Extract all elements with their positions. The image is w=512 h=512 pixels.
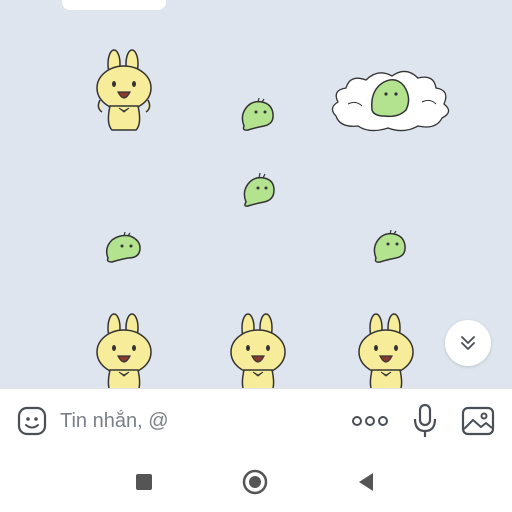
microphone-icon[interactable] <box>412 403 438 439</box>
sticker-bunny[interactable] <box>92 48 156 134</box>
message-composer <box>0 388 512 453</box>
double-chevron-down-icon <box>461 336 475 350</box>
scroll-to-bottom-button[interactable] <box>445 320 491 366</box>
sticker-blob[interactable] <box>104 230 144 264</box>
sticker-blob-cloud[interactable] <box>326 64 456 136</box>
message-input[interactable] <box>60 407 330 435</box>
system-navigation-bar <box>0 452 512 512</box>
sticker-blob[interactable] <box>240 170 280 208</box>
sticker-bunny[interactable] <box>354 312 418 388</box>
sticker-bunny[interactable] <box>92 312 156 388</box>
sticker-blob[interactable] <box>370 228 410 264</box>
sticker-face-icon[interactable] <box>16 405 48 437</box>
more-dots-icon[interactable] <box>350 411 390 431</box>
triangle-back-icon <box>359 473 373 491</box>
image-icon[interactable] <box>460 405 496 437</box>
circle-icon <box>242 469 268 495</box>
previous-message-bubble[interactable] <box>62 0 166 10</box>
sticker-blob[interactable] <box>238 96 278 132</box>
square-icon <box>136 474 152 490</box>
back-button[interactable] <box>352 468 380 496</box>
chat-area <box>0 0 512 388</box>
home-button[interactable] <box>241 468 269 496</box>
sticker-bunny[interactable] <box>226 312 290 388</box>
recents-button[interactable] <box>130 468 158 496</box>
